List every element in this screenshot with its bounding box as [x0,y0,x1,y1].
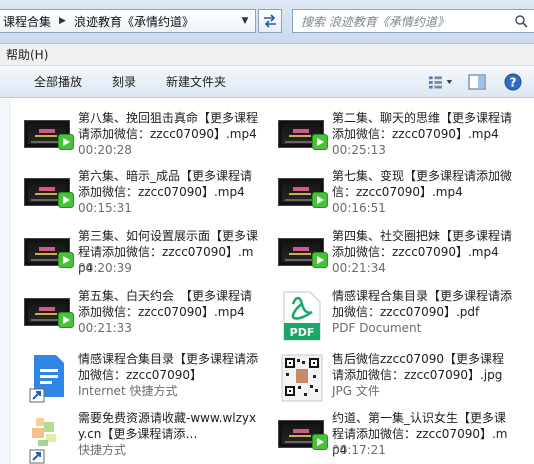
file-item[interactable]: 约道、第一集_认识女生【更多课程请添加微信：zzcc07090】.mp4 00:… [264,404,514,462]
file-name: 情感课程合集目录【更多课程请添加微信：zzcc07090】.pdf [332,289,513,319]
jpg-thumbnail [278,354,334,402]
toolbar: 全部播放 刻录 新建文件夹 ? [0,66,534,98]
refresh-icon [264,14,276,28]
navigation-pane-edge [0,99,10,464]
file-meta: 00:25:13 [332,143,386,157]
svg-text:?: ? [510,76,517,90]
video-player-icon [312,192,328,208]
address-dropdown-icon[interactable]: ▼ [234,9,256,33]
file-meta: Internet 快捷方式 [78,384,178,398]
help-button[interactable]: ? [500,70,526,94]
shortcut-icon [29,418,56,464]
view-icon [428,76,453,89]
file-item[interactable]: 第二集、聊天的思维【更多课程请添加微信：zzcc07090】.mp4 00:25… [264,104,514,162]
file-name: 第八集、挽回狙击真命【更多课程请添加微信：zzcc07090】.mp4 [78,111,259,141]
document-shortcut-icon [29,355,64,403]
file-meta: 00:20:28 [78,143,132,157]
breadcrumb-separator-icon[interactable]: ▶ [54,16,71,26]
file-name: 第五集、白天约会 【更多课程请添加微信：zzcc07090】.mp4 [78,289,253,319]
search-placeholder: 搜索 浪迹教育《承情约道》 [301,14,449,29]
refresh-button[interactable] [258,9,282,33]
file-name: 第七集、变现【更多课程请添加微信：zzcc07090】.mp4 [332,169,513,199]
file-meta: 00:21:33 [78,321,132,335]
file-name: 第二集、聊天的思维【更多课程请添加微信：zzcc07090】.mp4 [332,111,513,141]
burn-button[interactable]: 刻录 [104,73,144,90]
file-item[interactable]: 售后微信zzcc07090【更多课程请添加微信：zzcc07090】.jpg J… [264,345,514,403]
video-player-icon [58,134,74,150]
search-icon[interactable] [514,14,528,28]
file-item[interactable]: 第八集、挽回狙击真命【更多课程请添加微信：zzcc07090】.mp4 00:2… [10,104,260,162]
search-input[interactable]: 搜索 浪迹教育《承情约道》 [292,9,534,33]
file-name: 售后微信zzcc07090【更多课程请添加微信：zzcc07090】.jpg [332,352,504,382]
video-thumbnail [278,172,334,212]
view-options-button[interactable] [428,70,454,94]
qr-code-image-icon [281,354,323,402]
video-player-icon [58,312,74,328]
video-thumbnail [278,232,334,272]
video-thumbnail [24,114,80,154]
video-player-icon [312,434,328,450]
file-meta: 00:17:21 [332,443,386,457]
breadcrumb[interactable]: 课程合集 ▶ 浪迹教育《承情约道》 [0,9,256,33]
preview-pane-button[interactable] [464,70,490,94]
pdf-thumbnail: PDF [278,291,334,341]
preview-pane-icon [468,74,486,90]
video-thumbnail [278,414,334,454]
file-item[interactable]: 第四集、社交圈把妹【更多课程请添加微信：zzcc07090】.mp4 00:21… [264,222,514,280]
new-folder-button[interactable]: 新建文件夹 [158,73,234,90]
file-item[interactable]: 情感课程合集目录【更多课程请添加微信：zzcc07090】 Internet 快… [10,345,260,403]
file-item[interactable]: PDF 情感课程合集目录【更多课程请添加微信：zzcc07090】.pdf PD… [264,282,514,341]
svg-text:PDF: PDF [290,326,315,339]
file-item[interactable]: 第五集、白天约会 【更多课程请添加微信：zzcc07090】.mp4 00:21… [10,282,260,340]
file-meta: 00:15:31 [78,201,132,215]
help-icon: ? [504,73,522,91]
video-thumbnail [24,172,80,212]
video-thumbnail [24,292,80,332]
video-thumbnail [24,232,80,272]
file-meta: PDF Document [332,321,422,335]
lnk-thumbnail [24,414,80,464]
breadcrumb-item-collection[interactable]: 课程合集 [0,13,54,30]
pdf-icon: PDF [283,291,321,341]
breadcrumb-item-current[interactable]: 浪迹教育《承情约道》 [71,13,197,30]
file-item[interactable]: 第六集、暗示_成品【更多课程请添加微信：zzcc07090】.mp4 00:15… [10,162,260,220]
file-name: 第六集、暗示_成品【更多课程请添加微信：zzcc07090】.mp4 [78,169,253,199]
file-meta: JPG 文件 [332,384,380,398]
play-all-button[interactable]: 全部播放 [26,73,90,90]
file-item[interactable]: 第七集、变现【更多课程请添加微信：zzcc07090】.mp4 00:16:51 [264,162,514,220]
video-player-icon [58,192,74,208]
file-meta: 00:20:39 [78,261,132,275]
file-meta: 快捷方式 [78,443,127,457]
menu-bar: 帮助(H) [0,44,534,66]
video-player-icon [312,134,328,150]
video-player-icon [58,252,74,268]
address-bar: 课程合集 ▶ 浪迹教育《承情约道》 ▼ 搜索 浪迹教育《承情约道》 [0,0,534,44]
file-name: 需要免费资源请收藏-www.wlzyxy.cn【更多课程请添… [78,411,257,441]
file-name: 情感课程合集目录【更多课程请添加微信：zzcc07090】 [78,352,259,382]
file-item[interactable]: 需要免费资源请收藏-www.wlzyxy.cn【更多课程请添… 快捷方式 [10,404,260,464]
url-thumbnail [24,355,80,403]
file-item[interactable]: 第三集、如何设置展示面【更多课程请添加微信：zzcc07090】.mp4 00:… [10,222,260,280]
menu-help[interactable]: 帮助(H) [6,46,48,63]
file-meta: 00:21:34 [332,261,386,275]
file-name: 第四集、社交圈把妹【更多课程请添加微信：zzcc07090】.mp4 [332,229,513,259]
video-player-icon [312,252,328,268]
file-meta: 00:16:51 [332,201,386,215]
video-thumbnail [278,114,334,154]
